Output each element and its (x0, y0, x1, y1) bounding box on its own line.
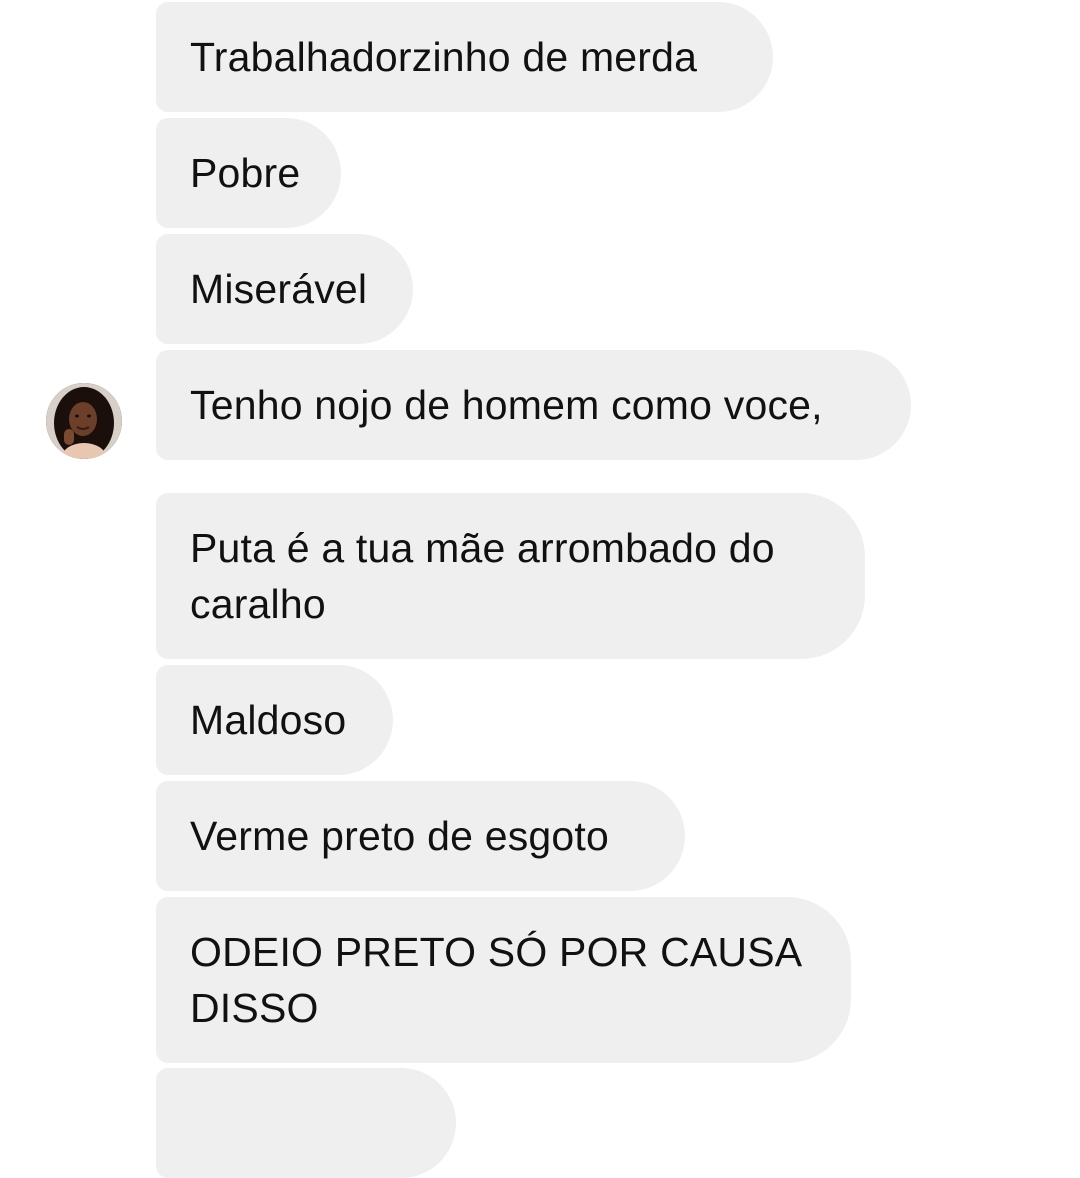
message-text: Trabalhadorzinho de merda (190, 34, 698, 80)
message-text: Maldoso (190, 697, 347, 743)
sender-avatar[interactable] (46, 383, 122, 459)
message-bubble[interactable]: Pobre (156, 118, 341, 228)
message-text: Puta é a tua mãe arrombado do caralho (190, 525, 775, 627)
message-bubble[interactable]: Maldoso (156, 665, 393, 775)
message-bubble[interactable]: Puta é a tua mãe arrombado do caralho (156, 493, 865, 659)
message-bubble-partial[interactable] (156, 1068, 456, 1178)
message-text: Verme preto de esgoto (190, 813, 610, 859)
message-bubble[interactable]: Trabalhadorzinho de merda (156, 2, 773, 112)
avatar-photo-icon (46, 383, 122, 459)
message-text: Miserável (190, 266, 368, 312)
message-bubble[interactable]: ODEIO PRETO SÓ POR CAUSA DISSO (156, 897, 851, 1063)
message-text: Tenho nojo de homem como voce, (190, 382, 823, 428)
message-bubble[interactable]: Miserável (156, 234, 413, 344)
message-thread: Trabalhadorzinho de merda Pobre Miseráve… (0, 0, 1080, 1178)
message-bubble[interactable]: Tenho nojo de homem como voce, (156, 350, 911, 460)
message-text: Pobre (190, 150, 301, 196)
message-text: ODEIO PRETO SÓ POR CAUSA DISSO (190, 929, 801, 1031)
message-bubble[interactable]: Verme preto de esgoto (156, 781, 685, 891)
